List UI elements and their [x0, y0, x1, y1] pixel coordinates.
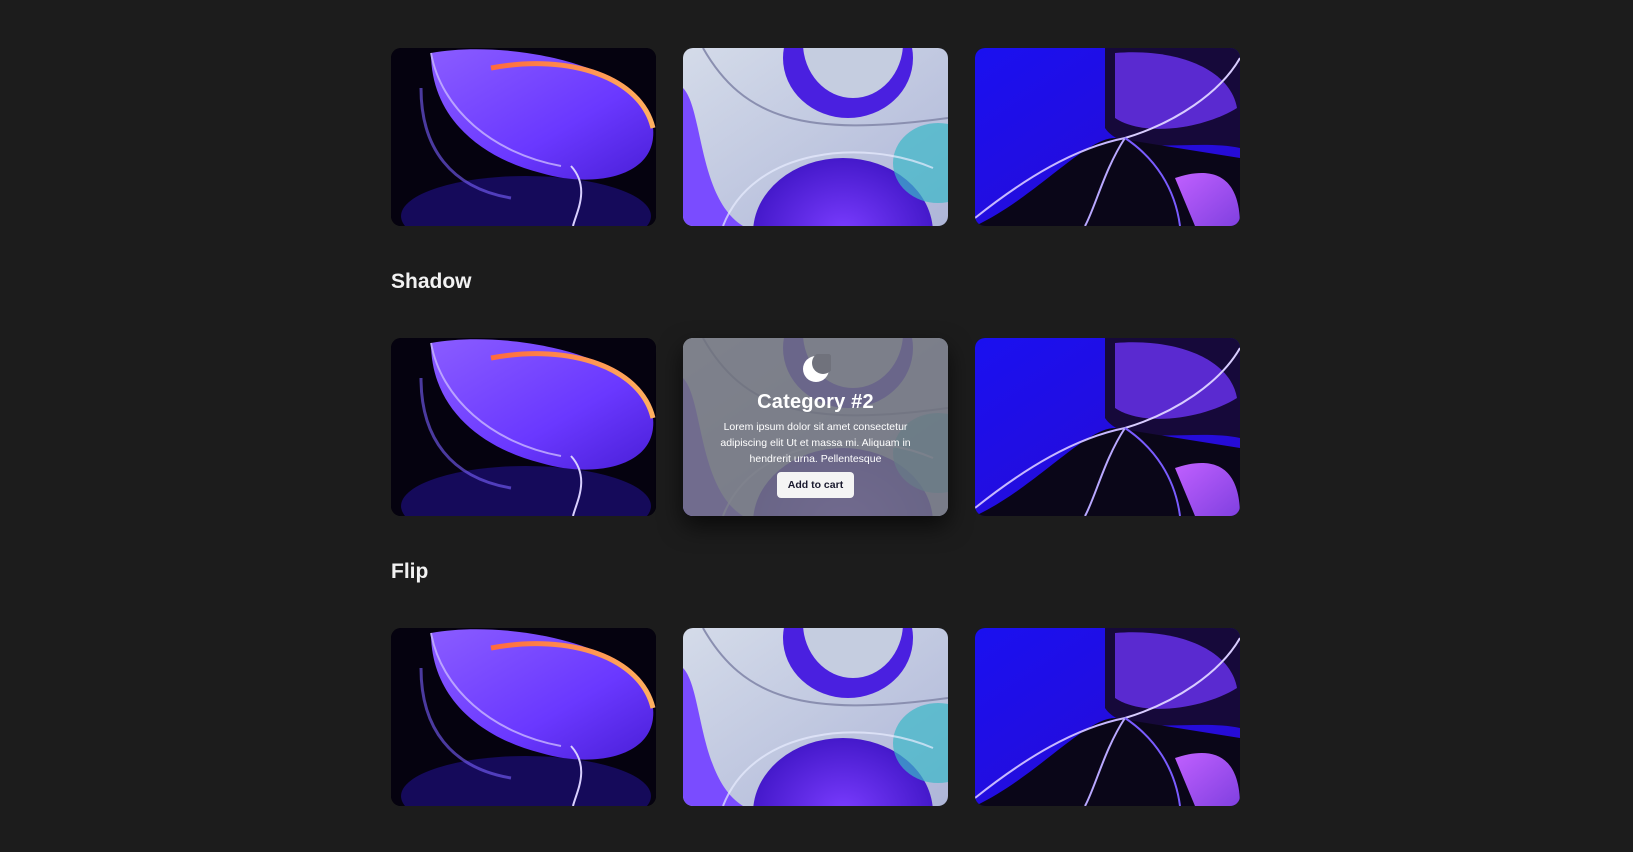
card-category-2-hovered[interactable]: Category #2 Lorem ipsum dolor sit amet c…: [683, 338, 948, 516]
section-title-flip: Flip: [391, 560, 429, 583]
card-row: Category #2 Lorem ipsum dolor sit amet c…: [391, 338, 1242, 516]
card-lilac-glass[interactable]: [683, 628, 948, 806]
card-blue-glass[interactable]: [975, 338, 1240, 516]
card-violet-disc[interactable]: [391, 338, 656, 516]
card-blue-glass[interactable]: [975, 628, 1240, 806]
gallery-section-flip: [391, 628, 1242, 806]
violet-disc-image: [391, 338, 656, 516]
blue-glass-image: [975, 338, 1240, 516]
add-to-cart-button[interactable]: Add to cart: [776, 472, 855, 498]
lilac-glass-image: [683, 48, 948, 226]
card-blue-glass[interactable]: [975, 48, 1240, 226]
section-title-shadow: Shadow: [391, 270, 472, 293]
blue-glass-image: [975, 628, 1240, 806]
card-row: [391, 628, 1242, 806]
card-lilac-glass[interactable]: [683, 48, 948, 226]
page: Shadow Category #2 Lorem ipsum dolor sit…: [0, 0, 1633, 852]
card-overlay: Category #2 Lorem ipsum dolor sit amet c…: [683, 338, 948, 516]
violet-disc-image: [391, 48, 656, 226]
lilac-glass-image: [683, 628, 948, 806]
violet-disc-image: [391, 628, 656, 806]
card-violet-disc[interactable]: [391, 628, 656, 806]
gallery-section-1: [391, 48, 1242, 226]
gallery-section-shadow: Category #2 Lorem ipsum dolor sit amet c…: [391, 338, 1242, 516]
blue-glass-image: [975, 48, 1240, 226]
card-violet-disc[interactable]: [391, 48, 656, 226]
moon-icon: [802, 354, 831, 382]
card-title: Category #2: [757, 391, 874, 413]
card-row: [391, 48, 1242, 226]
card-description: Lorem ipsum dolor sit amet consectetur a…: [720, 421, 911, 465]
